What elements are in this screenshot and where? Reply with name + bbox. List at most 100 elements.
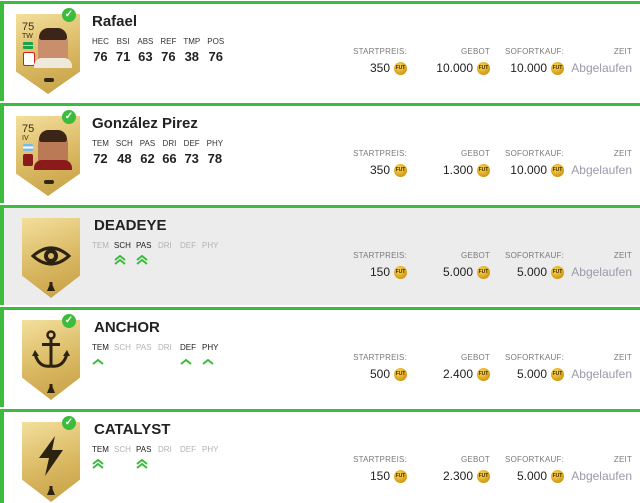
- current-bid: GEBOT 5.000 FUT: [443, 251, 490, 279]
- bid-label: GEBOT: [460, 149, 490, 158]
- stat-value: 63: [138, 49, 153, 64]
- chemistry-style-card[interactable]: [22, 218, 80, 298]
- chevron-up-icon: [92, 358, 104, 365]
- buy-now-label: SOFORTKAUF:: [505, 47, 564, 56]
- time-remaining: ZEIT Abgelaufen: [571, 47, 632, 75]
- time-label: ZEIT: [613, 47, 632, 56]
- anchor-icon: [32, 330, 70, 368]
- start-price-value: 350: [369, 163, 390, 177]
- checkmark-icon: ✓: [62, 314, 76, 328]
- stat-label: DRI: [158, 445, 172, 454]
- time-label: ZEIT: [613, 251, 632, 260]
- stat-label: DRI: [162, 139, 177, 148]
- player-shirt: [34, 58, 72, 68]
- coin-icon: FUT: [551, 61, 564, 75]
- stat-label: PHY: [206, 139, 224, 148]
- stat-label: SCH: [115, 139, 133, 148]
- coin-icon: FUT: [551, 367, 564, 381]
- stat-label: DEF: [180, 241, 196, 250]
- chevron-up-icon: [180, 358, 192, 365]
- list-item[interactable]: 75 IV ✓ González Pirez TEM 72 SCH 48 PAS 62…: [0, 103, 640, 203]
- list-item[interactable]: 75 TW ✓ Rafael HEC 76 BSI 71 ABS 63 REF 76 T…: [0, 1, 640, 101]
- time-value: Abgelaufen: [571, 367, 632, 381]
- stat-label: TEM: [92, 241, 109, 250]
- list-item[interactable]: ✓ ANCHOR TEM SCH PAS DRI DEF PHY STARTPR…: [0, 307, 640, 407]
- flask-icon: [47, 486, 55, 495]
- buy-now-price: SOFORTKAUF: 10.000 FUT: [505, 47, 564, 75]
- stat-value: 76: [93, 49, 108, 64]
- boot-icon: [44, 180, 54, 184]
- double-chevron-up-icon: [114, 255, 126, 265]
- stat-label: DEF: [180, 343, 196, 352]
- player-card[interactable]: 75 TW: [16, 14, 80, 94]
- start-price-value: 500: [369, 367, 390, 381]
- coin-icon: FUT: [477, 61, 490, 75]
- player-shirt: [34, 160, 72, 170]
- coin-icon: FUT: [477, 163, 490, 177]
- buy-now-price: SOFORTKAUF: 5.000 FUT: [505, 455, 564, 483]
- stat-label: TEM: [92, 139, 109, 148]
- buy-now-label: SOFORTKAUF:: [505, 149, 564, 158]
- player-name: Rafael: [92, 13, 138, 30]
- time-remaining: ZEIT Abgelaufen: [571, 353, 632, 381]
- chemistry-style-name: DEADEYE: [94, 217, 167, 234]
- stat-value: 73: [184, 151, 199, 166]
- stat-value: 62: [140, 151, 155, 166]
- player-card[interactable]: 75 IV: [16, 116, 80, 196]
- start-price-label: STARTPREIS:: [353, 455, 407, 464]
- stat-label: SCH: [114, 445, 131, 454]
- coin-icon: FUT: [394, 61, 407, 75]
- stat-label: DEF: [183, 139, 200, 148]
- start-price: STARTPREIS: 150 FUT: [353, 455, 407, 483]
- double-chevron-up-icon: [136, 459, 148, 469]
- double-chevron-up-icon: [92, 459, 104, 469]
- start-price-label: STARTPREIS:: [353, 149, 407, 158]
- start-price: STARTPREIS: 500 FUT: [353, 353, 407, 381]
- time-value: Abgelaufen: [571, 61, 632, 75]
- bid-value: 1.300: [442, 163, 473, 177]
- time-value: Abgelaufen: [571, 163, 632, 177]
- coin-icon: FUT: [477, 367, 490, 381]
- stat-value: 66: [162, 151, 177, 166]
- coin-icon: FUT: [394, 265, 407, 279]
- stat-label: TEM: [92, 445, 109, 454]
- stat-label: SCH: [114, 343, 131, 352]
- player-position: IV: [22, 135, 29, 142]
- start-price: STARTPREIS: 150 FUT: [353, 251, 407, 279]
- nation-flag-icon: [23, 144, 33, 151]
- stat-label: HEC: [92, 37, 109, 46]
- stat-label: TEM: [92, 343, 109, 352]
- player-stats: HEC 76 BSI 71 ABS 63 REF 76 TMP 38 POS 76: [92, 37, 224, 64]
- player-name: González Pirez: [92, 115, 198, 132]
- time-label: ZEIT: [613, 149, 632, 158]
- list-item[interactable]: ✓ CATALYST TEM SCH PAS DRI DEF PHY START…: [0, 409, 640, 503]
- buy-now-value: 10.000: [510, 61, 547, 75]
- flask-icon: [47, 282, 55, 291]
- stat-value: 38: [184, 49, 200, 64]
- stat-label: DEF: [180, 445, 196, 454]
- time-label: ZEIT: [613, 455, 632, 464]
- chemistry-style-card[interactable]: [22, 422, 80, 502]
- current-bid: GEBOT 10.000 FUT: [436, 47, 490, 75]
- time-value: Abgelaufen: [571, 265, 632, 279]
- bid-value: 5.000: [442, 265, 473, 279]
- stat-label: POS: [207, 37, 225, 46]
- start-price-label: STARTPREIS:: [353, 353, 407, 362]
- list-item[interactable]: DEADEYE TEM SCH PAS DRI DEF PHY STARTPRE…: [0, 205, 640, 305]
- stat-value: 71: [115, 49, 131, 64]
- stat-label: PHY: [202, 241, 219, 250]
- chevron-up-icon: [202, 358, 214, 365]
- stat-label: ABS: [137, 37, 154, 46]
- bid-label: GEBOT: [460, 251, 490, 260]
- chemistry-style-name: CATALYST: [94, 421, 171, 438]
- stat-label: PAS: [136, 241, 152, 250]
- flask-icon: [47, 384, 55, 393]
- stat-label: TMP: [183, 37, 201, 46]
- player-stats: TEM 72 SCH 48 PAS 62 DRI 66 DEF 73 PHY 78: [92, 139, 223, 166]
- buy-now-value: 10.000: [510, 163, 547, 177]
- boot-icon: [44, 78, 54, 82]
- chemistry-style-card[interactable]: [22, 320, 80, 400]
- chemistry-boosts: TEM SCH PAS DRI DEF PHY: [92, 241, 224, 265]
- coin-icon: FUT: [477, 469, 490, 483]
- start-price-label: STARTPREIS:: [353, 47, 407, 56]
